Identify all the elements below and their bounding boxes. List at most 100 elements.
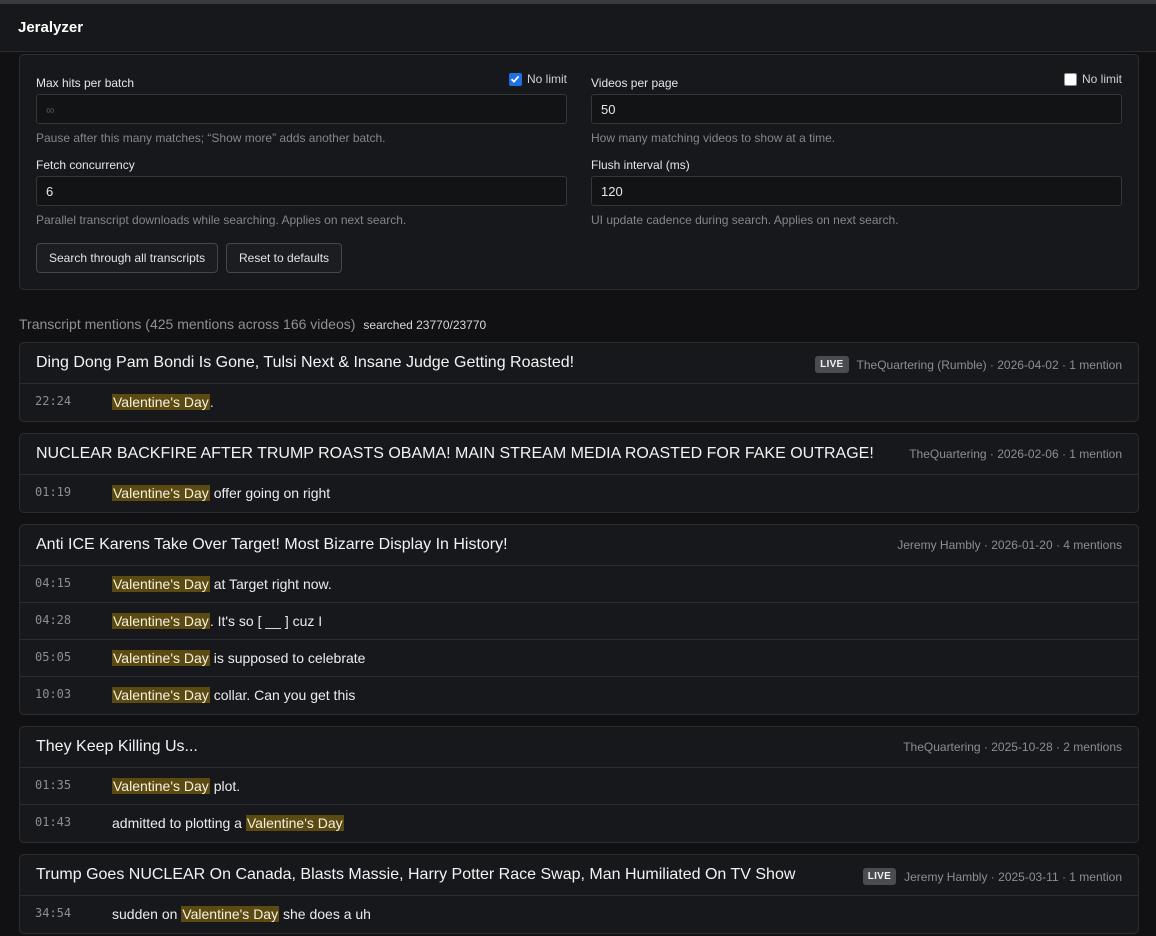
flush-interval-input[interactable]: 120 (591, 176, 1122, 206)
videos-per-page-hint: How many matching videos to show at a ti… (591, 131, 836, 145)
mention-snippet: Valentine's Day at Target right now. (112, 576, 332, 592)
mention-timestamp[interactable]: 01:19 (35, 485, 71, 499)
video-result-card: Anti ICE Karens Take Over Target! Most B… (19, 524, 1139, 715)
snippet-after: plot. (209, 778, 241, 794)
video-meta-text: TheQuartering (Rumble) · 2026-04-02 · 1 … (856, 357, 1122, 372)
video-result-card: NUCLEAR BACKFIRE AFTER TRUMP ROASTS OBAM… (19, 433, 1139, 513)
app-header: Jeralyzer (0, 4, 1156, 52)
videos-per-page-no-limit-label: No limit (1081, 72, 1122, 86)
snippet-after: is supposed to celebrate (209, 650, 366, 666)
flush-interval-hint: UI update cadence during search. Applies… (591, 213, 899, 227)
snippet-after: at Target right now. (209, 576, 332, 592)
max-hits-hint: Pause after this many matches; “Show mor… (36, 131, 386, 145)
fetch-concurrency-label: Fetch concurrency (36, 158, 135, 172)
max-hits-placeholder: ∞ (46, 103, 55, 117)
live-badge: LIVE (862, 868, 897, 885)
snippet-after: . It's so [ __ ] cuz I (209, 613, 323, 629)
max-hits-input[interactable]: ∞ (36, 94, 567, 124)
fetch-concurrency-hint: Parallel transcript downloads while sear… (36, 213, 407, 227)
mention-row[interactable]: 01:19 Valentine's Day offer going on righ… (20, 475, 1138, 512)
mention-snippet: admitted to plotting a Valentine's Day (112, 815, 344, 831)
app-title: Jeralyzer (18, 19, 84, 36)
videos-per-page-input[interactable]: 50 (591, 94, 1122, 124)
max-hits-no-limit-label: No limit (526, 72, 567, 86)
videos-per-page-no-limit-toggle[interactable]: No limit (1063, 72, 1122, 86)
snippet-highlight: Valentine's Day (112, 650, 210, 666)
mention-snippet: Valentine's Day. It's so [ __ ] cuz I (112, 613, 322, 629)
snippet-before: sudden on (112, 906, 182, 922)
mention-row[interactable]: 01:35 Valentine's Day plot. (20, 768, 1138, 805)
mention-timestamp[interactable]: 01:35 (35, 778, 71, 792)
video-title[interactable]: NUCLEAR BACKFIRE AFTER TRUMP ROASTS OBAM… (36, 445, 874, 463)
video-title[interactable]: They Keep Killing Us... (36, 738, 198, 756)
snippet-highlight: Valentine's Day (112, 576, 210, 592)
snippet-before: admitted to plotting a (112, 815, 246, 831)
mention-row[interactable]: 01:43 admitted to plotting a Valentine's … (20, 805, 1138, 842)
live-badge: LIVE (815, 356, 849, 373)
video-title[interactable]: Trump Goes NUCLEAR On Canada, Blasts Mas… (36, 866, 795, 884)
mention-snippet: Valentine's Day. (112, 394, 214, 410)
video-meta: LIVE TheQuartering (Rumble) · 2026-04-02 … (815, 356, 1122, 373)
snippet-highlight: Valentine's Day (112, 687, 210, 703)
mention-timestamp[interactable]: 10:03 (35, 687, 71, 701)
snippet-after: . (209, 394, 214, 410)
mention-row[interactable]: 34:54 sudden on Valentine's Day she does … (20, 896, 1138, 933)
search-all-transcripts-button[interactable]: Search through all transcripts (36, 243, 219, 273)
snippet-after: she does a uh (279, 906, 371, 922)
video-meta-text: Jeremy Hambly · 2026-01-20 · 4 mentions (897, 538, 1122, 552)
video-result-card: Ding Dong Pam Bondi Is Gone, Tulsi Next … (19, 342, 1139, 422)
video-title[interactable]: Anti ICE Karens Take Over Target! Most B… (36, 536, 508, 554)
mention-row[interactable]: 04:15 Valentine's Day at Target right now… (20, 566, 1138, 603)
mention-snippet: Valentine's Day collar. Can you get this (112, 687, 355, 703)
snippet-after: offer going on right (209, 485, 331, 501)
mention-timestamp[interactable]: 22:24 (35, 394, 71, 408)
mention-timestamp[interactable]: 04:28 (35, 613, 71, 627)
video-card-header: They Keep Killing Us... TheQuartering · 2… (20, 727, 1138, 768)
video-meta-text: Jeremy Hambly · 2025-03-11 · 1 mention (904, 869, 1122, 884)
mention-timestamp[interactable]: 04:15 (35, 576, 71, 590)
max-hits-label: Max hits per batch (36, 76, 135, 90)
video-meta: LIVE Jeremy Hambly · 2025-03-11 · 1 menti… (862, 868, 1122, 885)
searched-count: searched 23770/23770 (363, 318, 487, 332)
video-card-header: Ding Dong Pam Bondi Is Gone, Tulsi Next … (20, 343, 1138, 384)
video-meta: TheQuartering · 2025-10-28 · 2 mentions (903, 740, 1122, 754)
mention-row[interactable]: 04:28 Valentine's Day. It's so [ __ ] cuz… (20, 603, 1138, 640)
mention-timestamp[interactable]: 05:05 (35, 650, 71, 664)
results-summary-text: Transcript mentions (425 mentions across… (19, 316, 356, 332)
flush-interval-label: Flush interval (ms) (591, 158, 690, 172)
fetch-concurrency-input[interactable]: 6 (36, 176, 567, 206)
mention-row[interactable]: 22:24 Valentine's Day. (20, 384, 1138, 421)
snippet-highlight: Valentine's Day (112, 778, 210, 794)
video-meta-text: TheQuartering · 2026-02-06 · 1 mention (909, 447, 1122, 461)
video-card-header: Anti ICE Karens Take Over Target! Most B… (20, 525, 1138, 566)
max-hits-no-limit-checkbox[interactable] (508, 72, 522, 86)
video-result-card: Trump Goes NUCLEAR On Canada, Blasts Mas… (19, 854, 1139, 934)
snippet-highlight: Valentine's Day (112, 613, 210, 629)
video-card-header: Trump Goes NUCLEAR On Canada, Blasts Mas… (20, 855, 1138, 896)
mention-snippet: Valentine's Day plot. (112, 778, 240, 794)
settings-panel: Max hits per batch No limit ∞ Pause afte… (19, 54, 1139, 290)
videos-per-page-no-limit-checkbox[interactable] (1063, 72, 1077, 86)
snippet-highlight: Valentine's Day (181, 906, 280, 922)
video-result-card: They Keep Killing Us... TheQuartering · 2… (19, 726, 1139, 843)
max-hits-no-limit-toggle[interactable]: No limit (508, 72, 567, 86)
videos-per-page-field: Videos per page No limit 50 How many mat… (591, 72, 1122, 146)
mention-snippet: sudden on Valentine's Day she does a uh (112, 906, 371, 922)
video-card-header: NUCLEAR BACKFIRE AFTER TRUMP ROASTS OBAM… (20, 434, 1138, 475)
reset-defaults-button[interactable]: Reset to defaults (226, 243, 343, 273)
videos-per-page-label: Videos per page (591, 76, 679, 90)
mention-snippet: Valentine's Day is supposed to celebrate (112, 650, 365, 666)
fetch-concurrency-field: Fetch concurrency 6 Parallel transcript … (36, 158, 567, 228)
mention-row[interactable]: 10:03 Valentine's Day collar. Can you get… (20, 677, 1138, 714)
snippet-highlight: Valentine's Day (245, 815, 344, 831)
mention-timestamp[interactable]: 01:43 (35, 815, 71, 829)
mention-snippet: Valentine's Day offer going on right (112, 485, 330, 501)
mention-row[interactable]: 05:05 Valentine's Day is supposed to cele… (20, 640, 1138, 677)
video-meta: Jeremy Hambly · 2026-01-20 · 4 mentions (897, 538, 1122, 552)
snippet-after: collar. Can you get this (209, 687, 356, 703)
snippet-highlight: Valentine's Day (112, 485, 210, 501)
video-title[interactable]: Ding Dong Pam Bondi Is Gone, Tulsi Next … (36, 354, 574, 372)
video-meta: TheQuartering · 2026-02-06 · 1 mention (909, 447, 1122, 461)
mention-timestamp[interactable]: 34:54 (35, 906, 71, 920)
snippet-highlight: Valentine's Day (112, 394, 210, 410)
